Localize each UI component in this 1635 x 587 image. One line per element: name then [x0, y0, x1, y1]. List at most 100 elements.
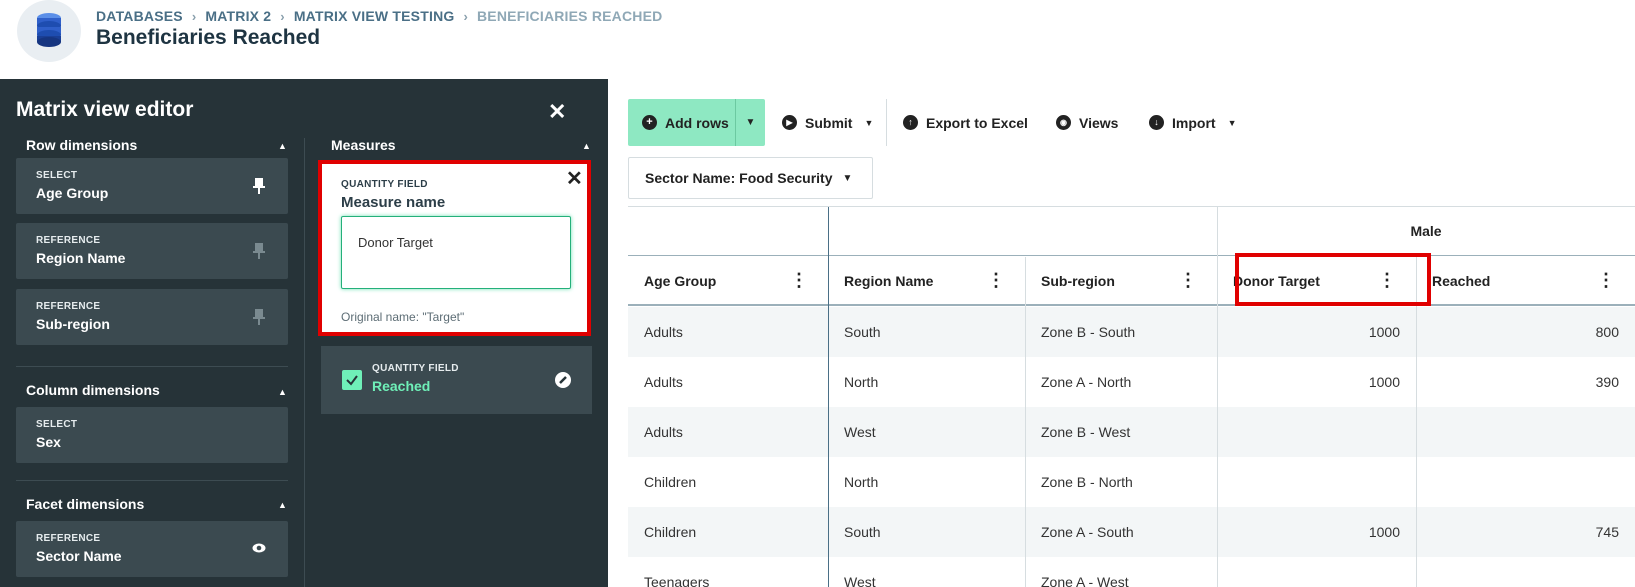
more-vertical-icon[interactable]: ⋮: [1179, 271, 1197, 289]
table-cell[interactable]: 1000: [1217, 307, 1416, 357]
send-icon: ▶: [782, 115, 797, 130]
import-button[interactable]: ↓ Import ▼: [1149, 99, 1236, 146]
close-icon[interactable]: ✕: [548, 101, 566, 123]
column-header-reached[interactable]: Reached ⋮: [1416, 257, 1635, 306]
header-spacer: [628, 207, 828, 256]
export-excel-button[interactable]: ↑ Export to Excel: [903, 99, 1028, 146]
divider: [16, 480, 288, 481]
more-vertical-icon[interactable]: ⋮: [790, 271, 808, 289]
table-cell[interactable]: Teenagers: [628, 557, 828, 587]
breadcrumb-databases[interactable]: DATABASES: [96, 8, 183, 24]
dim-card-age-group[interactable]: SELECT Age Group: [16, 158, 288, 214]
page-header: DATABASES › MATRIX 2 › MATRIX VIEW TESTI…: [0, 0, 1635, 79]
collapse-icon[interactable]: ▲: [582, 141, 591, 151]
submit-button[interactable]: ▶ Submit ▼: [782, 99, 873, 146]
measure-name: Reached: [372, 378, 431, 394]
table-cell[interactable]: West: [828, 407, 1025, 457]
table-row: Adults West Zone B - West: [628, 407, 1635, 457]
dim-card-sector-name[interactable]: REFERENCE Sector Name: [16, 521, 288, 577]
table-cell[interactable]: North: [828, 357, 1025, 407]
export-icon: ↑: [903, 115, 918, 130]
dim-type: REFERENCE: [36, 533, 101, 544]
table-row: Children South Zone A - South 1000 745: [628, 507, 1635, 557]
edit-icon[interactable]: [555, 372, 571, 388]
table-cell[interactable]: Zone A - West: [1025, 557, 1217, 587]
measure-name-label: Measure name: [341, 194, 446, 211]
dim-card-sex[interactable]: SELECT Sex: [16, 407, 288, 463]
dim-card-region-name[interactable]: REFERENCE Region Name: [16, 223, 288, 279]
measures-header[interactable]: Measures: [331, 137, 396, 153]
caret-down-icon: ▼: [842, 172, 853, 184]
table-cell[interactable]: 390: [1416, 357, 1635, 407]
toolbar-divider: [886, 99, 887, 146]
measure-type: QUANTITY FIELD: [341, 179, 428, 190]
table-cell[interactable]: [1217, 557, 1416, 587]
table-cell[interactable]: [1217, 407, 1416, 457]
matrix-table: Male Age Group ⋮ Region Name ⋮ Sub-regio…: [628, 206, 1635, 587]
table-cell[interactable]: 1000: [1217, 507, 1416, 557]
add-rows-dropdown[interactable]: ▼: [735, 99, 765, 146]
table-cell[interactable]: Zone B - South: [1025, 307, 1217, 357]
table-cell[interactable]: Zone A - South: [1025, 507, 1217, 557]
dim-type: SELECT: [36, 170, 78, 181]
collapse-icon[interactable]: ▲: [278, 500, 287, 510]
facet-dimensions-header[interactable]: Facet dimensions: [26, 496, 144, 512]
pin-icon[interactable]: [252, 178, 266, 194]
table-cell[interactable]: Adults: [628, 357, 828, 407]
original-name: Original name: "Target": [341, 310, 465, 324]
checkbox[interactable]: [342, 370, 362, 390]
table-cell[interactable]: West: [828, 557, 1025, 587]
import-label: Import: [1172, 114, 1216, 131]
eye-icon: ◉: [1056, 115, 1071, 130]
import-icon: ↓: [1149, 115, 1164, 130]
table-cell[interactable]: 745: [1416, 507, 1635, 557]
measure-name-input[interactable]: Donor Target: [341, 216, 571, 289]
table-cell[interactable]: [1416, 407, 1635, 457]
caret-down-icon: ▼: [1227, 117, 1237, 128]
facet-filter[interactable]: Sector Name: Food Security ▼: [628, 157, 873, 199]
column-header-age-group[interactable]: Age Group ⋮: [628, 257, 828, 306]
caret-down-icon: ▼: [864, 117, 874, 128]
table-cell[interactable]: Adults: [628, 407, 828, 457]
chevron-right-icon: ›: [280, 8, 285, 24]
more-vertical-icon[interactable]: ⋮: [987, 271, 1005, 289]
table-cell[interactable]: [1416, 557, 1635, 587]
close-icon[interactable]: ✕: [566, 166, 583, 191]
table-cell[interactable]: South: [828, 507, 1025, 557]
plus-circle-icon: +: [642, 115, 657, 130]
add-rows-button[interactable]: + Add rows: [628, 99, 735, 146]
table-cell[interactable]: 1000: [1217, 357, 1416, 407]
dim-card-sub-region[interactable]: REFERENCE Sub-region: [16, 289, 288, 345]
table-cell[interactable]: Zone B - North: [1025, 457, 1217, 507]
table-cell[interactable]: North: [828, 457, 1025, 507]
table-cell[interactable]: South: [828, 307, 1025, 357]
pin-icon[interactable]: [252, 243, 266, 259]
table-cell[interactable]: Children: [628, 457, 828, 507]
breadcrumb-matrix-view-testing[interactable]: MATRIX VIEW TESTING: [294, 8, 455, 24]
column-dimensions-header[interactable]: Column dimensions: [26, 382, 160, 398]
eye-icon[interactable]: [252, 542, 266, 554]
table-cell[interactable]: Adults: [628, 307, 828, 357]
table-cell[interactable]: Zone B - West: [1025, 407, 1217, 457]
table-cell[interactable]: Children: [628, 507, 828, 557]
measure-item-reached[interactable]: QUANTITY FIELD Reached: [321, 346, 592, 414]
column-divider: [1217, 207, 1218, 587]
collapse-icon[interactable]: ▲: [278, 387, 287, 397]
pin-icon[interactable]: [252, 309, 266, 325]
breadcrumb: DATABASES › MATRIX 2 › MATRIX VIEW TESTI…: [96, 8, 662, 24]
table-cell[interactable]: 800: [1416, 307, 1635, 357]
table-row: Adults South Zone B - South 1000 800: [628, 307, 1635, 357]
table-cell[interactable]: Zone A - North: [1025, 357, 1217, 407]
views-button[interactable]: ◉ Views: [1056, 99, 1118, 146]
table-cell[interactable]: [1416, 457, 1635, 507]
dim-name: Age Group: [36, 185, 109, 201]
column-header-region-name[interactable]: Region Name ⋮: [828, 257, 1025, 306]
collapse-icon[interactable]: ▲: [278, 141, 287, 151]
row-dimensions-header[interactable]: Row dimensions: [26, 137, 137, 153]
more-vertical-icon[interactable]: ⋮: [1597, 271, 1615, 289]
add-rows-label: Add rows: [665, 114, 729, 131]
table-cell[interactable]: [1217, 457, 1416, 507]
dim-name: Region Name: [36, 250, 126, 266]
column-header-sub-region[interactable]: Sub-region ⋮: [1025, 257, 1217, 306]
breadcrumb-matrix-2[interactable]: MATRIX 2: [205, 8, 271, 24]
